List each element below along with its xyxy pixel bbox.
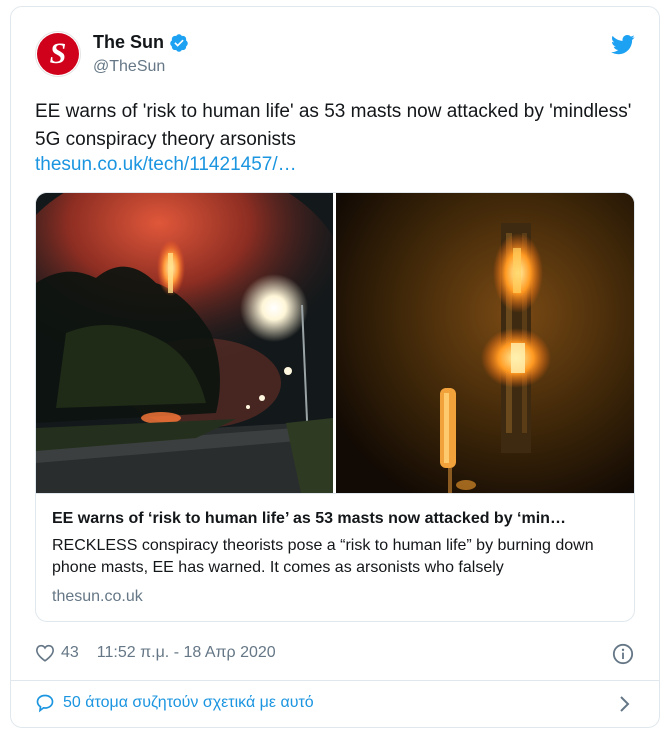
card-image-mast-on-fire[interactable] (336, 193, 634, 493)
chat-bubble-icon (36, 694, 54, 713)
card-title[interactable]: EE warns of ‘risk to human life’ as 53 m… (52, 508, 620, 530)
verified-badge-icon (170, 33, 188, 52)
chevron-right-icon[interactable] (617, 695, 631, 713)
info-icon[interactable] (612, 643, 634, 665)
link-card[interactable]: EE warns of ‘risk to human life’ as 53 m… (35, 192, 635, 622)
twitter-bird-icon[interactable] (611, 34, 635, 56)
author-name-row[interactable]: The Sun (93, 32, 189, 53)
author-display-name[interactable]: The Sun (93, 32, 164, 53)
divider (11, 680, 659, 681)
author-handle[interactable]: @TheSun (93, 58, 165, 76)
heart-icon[interactable] (35, 644, 55, 662)
card-body[interactable]: EE warns of ‘risk to human life’ as 53 m… (36, 493, 634, 621)
avatar-letter: S (49, 37, 67, 70)
tweet-link[interactable]: thesun.co.uk/tech/11421457/… (35, 154, 297, 176)
card-image-burning-mast-street[interactable] (36, 193, 333, 493)
tweet-embed: S The Sun @TheSun EE warns of 'risk to h… (10, 6, 660, 728)
card-domain: thesun.co.uk (52, 588, 143, 605)
card-images[interactable] (36, 193, 634, 493)
conversation-text[interactable]: 50 άτομα συζητούν σχετικά με αυτό (63, 694, 314, 712)
night-street-fire-photo (36, 193, 333, 493)
tweet-text: EE warns of 'risk to human life' as 53 m… (35, 101, 632, 150)
conversation-link[interactable]: 50 άτομα συζητούν σχετικά με αυτό (35, 693, 314, 713)
mast-on-fire-photo (336, 193, 634, 493)
tweet-actions: 43 11:52 π.μ. - 18 Απρ 2020 (35, 644, 276, 662)
avatar[interactable]: S (35, 31, 81, 77)
timestamp[interactable]: 11:52 π.μ. - 18 Απρ 2020 (97, 644, 276, 662)
card-description: RECKLESS conspiracy theorists pose a “ri… (52, 537, 594, 576)
like-count[interactable]: 43 (61, 644, 79, 662)
avatar-logo: S (37, 33, 79, 75)
